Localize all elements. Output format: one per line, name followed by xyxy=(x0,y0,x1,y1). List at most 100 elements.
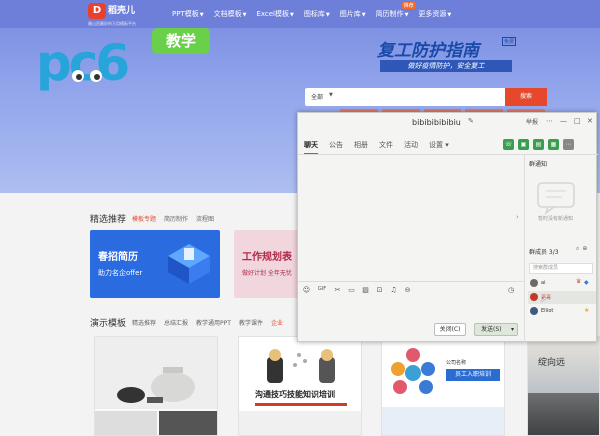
report-button[interactable]: 举报 xyxy=(526,117,538,126)
template-thumbnail-onboarding[interactable]: 公司名称 员工入职培训 xyxy=(381,336,505,436)
docer-logo-name: 稻壳儿 xyxy=(108,6,136,16)
work-card-subtitle: 做好计划 全年无忧 xyxy=(242,270,292,277)
template-company-name: 公司名称 xyxy=(446,360,467,366)
tab-album[interactable]: 相册 xyxy=(354,140,368,155)
site-search-button[interactable]: 搜索 xyxy=(505,88,547,106)
avatar xyxy=(530,279,538,287)
search-members-icon[interactable]: ⌕ xyxy=(576,245,579,253)
nav-item-doc[interactable]: 文档模板▼ xyxy=(214,9,247,19)
members-count-label: 群成员 3/3 xyxy=(529,249,559,256)
demo-tab-teaching[interactable]: 教学通用PPT xyxy=(196,318,231,327)
member-row[interactable]: 哥哥 xyxy=(528,291,596,304)
template-comm-title: 沟通技巧技能知识培训 xyxy=(255,390,335,399)
group-chat-window: bibibibibibiu ✎ 举报 ⋯ — □ ✕ 聊天 公告 相册 文件 活… xyxy=(297,112,598,343)
expand-arrow-icon[interactable]: › xyxy=(516,213,519,221)
group-notice-label: 群通知 xyxy=(529,161,548,168)
chevron-down-icon: ▼ xyxy=(329,92,333,98)
send-label: 发送(S) xyxy=(481,326,502,333)
recommend-badge: 推荐 xyxy=(401,2,416,9)
nav-item-resume[interactable]: 简历制作▼ 推荐 xyxy=(376,2,416,19)
nav-item-excel[interactable]: Excel模板▼ xyxy=(256,9,293,19)
no-notice-text: 暂时没有新通知 xyxy=(538,216,574,222)
nav-item-ppt[interactable]: PPT模板▼ xyxy=(172,9,204,19)
nav-menu: PPT模板▼ 文档模板▼ Excel模板▼ 图标库▼ 图片库▼ 简历制作▼ 推荐 … xyxy=(172,2,451,19)
docer-logo[interactable]: D 稻壳儿 最山西最好的万用模板平台 xyxy=(88,2,156,26)
chevron-down-icon[interactable]: ▾ xyxy=(511,324,514,335)
spring-card-title: 春招简历 xyxy=(98,252,138,263)
template-thumbnail-communication[interactable]: 沟通技巧技能知识培训 xyxy=(238,336,362,436)
featured-tab-resume[interactable]: 简历制作 xyxy=(164,214,188,223)
demo-tab-enterprise[interactable]: 企业 xyxy=(271,318,283,327)
member-row[interactable]: ai ♛ ◆ xyxy=(528,277,596,290)
teapot-image xyxy=(117,367,195,403)
input-divider xyxy=(298,281,524,282)
docer-logo-mark: D xyxy=(88,3,106,19)
promo-title[interactable]: 复工防护指南 xyxy=(377,36,479,61)
mouse-cursor-icon: ➚ xyxy=(540,295,547,304)
promo-free-tag: 免费 xyxy=(502,37,517,46)
circles-diagram-image xyxy=(391,348,435,394)
nav-item-more[interactable]: 更多资源▼ xyxy=(418,9,451,19)
close-icon[interactable]: ✕ xyxy=(587,117,593,125)
featured-title: 精选推荐 xyxy=(90,215,127,225)
member-name: ai xyxy=(541,280,546,286)
member-search-input[interactable]: 搜索群成员 xyxy=(529,263,593,274)
demo-templates-title: 演示模板 xyxy=(90,319,127,329)
close-chat-button[interactable]: 关闭(C) xyxy=(434,323,466,336)
template-thumbnail-road[interactable]: 绽向远 xyxy=(527,336,600,436)
group-side-panel: 群通知 暂时没有新通知 群成员 3/3 ⌕ ⊕ 搜索群成员 ai ♛ ◆ 哥哥 … xyxy=(526,155,598,343)
spring-resume-card[interactable]: 春招简历 助力名企offer xyxy=(90,230,220,298)
nav-item-images[interactable]: 图片库▼ xyxy=(340,9,366,19)
tab-activity[interactable]: 活动 xyxy=(404,140,418,155)
more-icon[interactable]: ⋯ xyxy=(546,117,553,125)
minimize-icon[interactable]: — xyxy=(560,117,567,125)
chat-tabs: 聊天 公告 相册 文件 活动 设置 ▾ xyxy=(304,140,449,155)
demo-tab-featured[interactable]: 精选推荐 xyxy=(132,318,156,327)
message-area[interactable] xyxy=(298,155,523,281)
work-card-title: 工作规划表 xyxy=(242,252,292,263)
logo-eyes-icon xyxy=(72,70,102,82)
avatar xyxy=(530,293,538,301)
docer-slogan: 最山西最好的万用模板平台 xyxy=(88,21,136,26)
chat-group-name: bibibibibibiu xyxy=(412,118,461,127)
send-button[interactable]: 发送(S) ▾ xyxy=(474,323,518,336)
side-divider xyxy=(524,154,525,343)
admin-icon: ◆ xyxy=(584,279,589,286)
template-thumbnail-tea[interactable] xyxy=(94,336,218,436)
demo-tab-courseware[interactable]: 教学课件 xyxy=(239,318,263,327)
featured-tab-topics[interactable]: 模板专题 xyxy=(132,214,156,223)
avatar xyxy=(530,307,538,315)
more-apps-icon[interactable]: ⋯ xyxy=(563,139,574,150)
message-input[interactable] xyxy=(302,293,522,319)
featured-tab-flowchart[interactable]: 流程图 xyxy=(196,214,214,223)
share-screen-icon[interactable]: ▤ xyxy=(533,139,544,150)
edit-pencil-icon[interactable]: ✎ xyxy=(468,117,474,125)
chat-title-bar[interactable]: bibibibibibiu ✎ 举报 ⋯ — □ ✕ xyxy=(298,113,596,133)
owner-icon: ♛ xyxy=(576,278,582,285)
empty-notice-illustration xyxy=(537,182,575,215)
app-icon[interactable]: ▦ xyxy=(548,139,559,150)
work-plan-card[interactable]: 工作规划表 做好计划 全年无忧 xyxy=(234,230,304,298)
member-name: Elliot xyxy=(541,308,554,314)
demo-tabs: 精选推荐 总结汇报 教学通用PPT 教学课件 企业 xyxy=(132,318,283,327)
member-row[interactable]: Elliot ★ xyxy=(528,305,596,318)
tab-notice[interactable]: 公告 xyxy=(329,140,343,155)
isometric-illustration-icon xyxy=(168,244,210,284)
star-icon: ★ xyxy=(584,307,590,314)
nav-item-icons[interactable]: 图标库▼ xyxy=(304,9,330,19)
chat-tool-icons: ☏ ▣ ▤ ▦ ⋯ xyxy=(503,139,574,150)
spring-card-subtitle: 助力名企offer xyxy=(98,269,143,277)
cartoon-people-image xyxy=(267,349,335,383)
tab-chat[interactable]: 聊天 xyxy=(304,140,318,155)
template-onboard-title: 员工入职培训 xyxy=(446,369,500,381)
voice-call-icon[interactable]: ☏ xyxy=(503,139,514,150)
template-brush-title: 绽向远 xyxy=(538,358,566,368)
tab-settings[interactable]: 设置 ▾ xyxy=(429,140,449,155)
tab-files[interactable]: 文件 xyxy=(379,140,393,155)
search-category-select[interactable]: 全部 xyxy=(311,92,323,101)
demo-tab-summary[interactable]: 总结汇报 xyxy=(164,318,188,327)
invite-icon[interactable]: ⊕ xyxy=(582,245,587,253)
maximize-icon[interactable]: □ xyxy=(574,117,581,125)
video-call-icon[interactable]: ▣ xyxy=(518,139,529,150)
edu-badge: 教学 xyxy=(152,28,210,54)
